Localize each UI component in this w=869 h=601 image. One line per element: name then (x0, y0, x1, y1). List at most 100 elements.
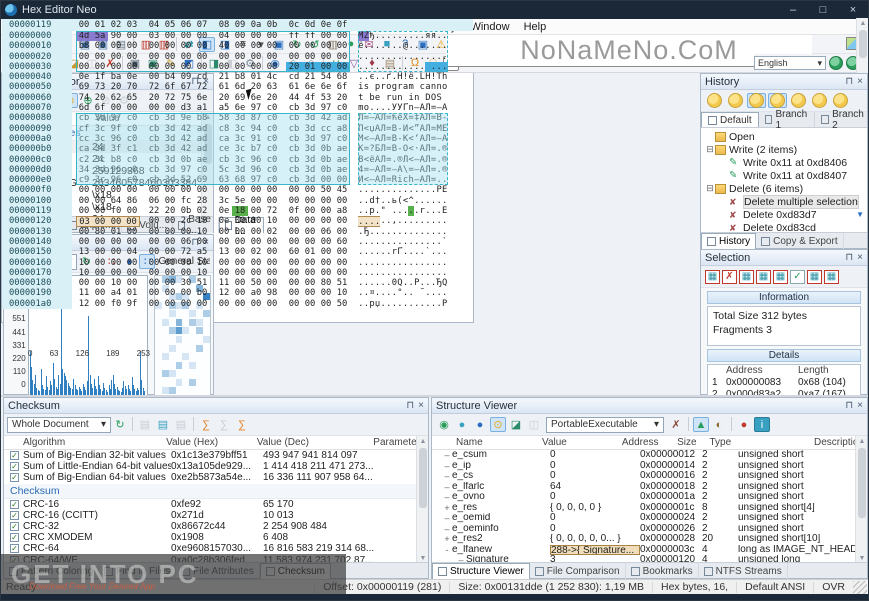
hex-byte[interactable]: 09 (178, 72, 194, 82)
tab-pattern-coloring[interactable]: Pattern Coloring (4, 563, 99, 579)
hex-byte[interactable]: 6e (232, 103, 248, 113)
hex-byte[interactable]: 00 (286, 288, 302, 298)
hex-byte[interactable]: 00 (264, 52, 280, 62)
hex-byte[interactable]: 00 (162, 268, 178, 278)
ascii-char[interactable]: . (442, 31, 448, 41)
hex-byte[interactable]: 06 (146, 196, 162, 206)
hex-byte[interactable]: ff (286, 31, 302, 41)
hex-byte[interactable]: 28 (194, 196, 210, 206)
hex-byte[interactable]: 00 (334, 41, 350, 51)
hex-byte[interactable]: 00 (146, 216, 162, 226)
hex-byte[interactable]: 0e (216, 206, 232, 216)
hex-row[interactable]: 0000003000000000000000000000000020010000… (2, 62, 473, 72)
tree-expander-icon[interactable]: - (442, 545, 452, 556)
hex-byte[interactable]: 00 (92, 206, 108, 216)
hex-byte[interactable]: 4f (302, 93, 318, 103)
hex-byte[interactable]: 00 (162, 278, 178, 288)
checkbox[interactable]: ✓ (10, 544, 19, 553)
hex-byte[interactable]: 00 (318, 247, 334, 257)
hex-row[interactable]: 00000090cf3c9fc0cb3d42adc83c94c0cb3dcca8… (2, 124, 473, 134)
hex-byte[interactable]: b8 (76, 41, 92, 51)
hex-byte[interactable]: 00 (124, 216, 140, 226)
hex-row[interactable]: 000000b0ca3d3fc1cb3d42adce3cb7c0cb3d0bae… (2, 144, 473, 154)
hex-byte[interactable]: 3d (162, 124, 178, 134)
hex-byte[interactable]: 00 (232, 247, 248, 257)
sv-view-icon[interactable]: ● (472, 417, 488, 432)
ascii-char[interactable]: . (442, 196, 448, 206)
hex-byte[interactable]: 10 (334, 288, 350, 298)
hex-byte[interactable]: 01 (124, 288, 140, 298)
hex-byte[interactable]: 00 (232, 216, 248, 226)
tab-history[interactable]: History (701, 233, 756, 249)
hex-byte[interactable]: 00 (146, 52, 162, 62)
ck-options-icon[interactable]: ▤ (173, 417, 189, 432)
hex-byte[interactable]: 3c (232, 134, 248, 144)
column-header[interactable] (708, 365, 726, 377)
column-header[interactable]: Size (674, 436, 706, 449)
hex-byte[interactable]: 00 (124, 31, 140, 41)
hex-byte[interactable]: 50 (318, 185, 334, 195)
structure-row[interactable]: +e_res{ 0, 0, 0, 0 }0x0000001c8unsigned … (432, 503, 867, 514)
hex-byte[interactable]: 00 (92, 41, 108, 51)
hex-byte[interactable]: 00 (302, 185, 318, 195)
column-header[interactable]: Type (706, 436, 810, 449)
hex-byte[interactable]: 3d (232, 165, 248, 175)
checksum-group[interactable]: Checksum (4, 484, 428, 499)
hex-byte[interactable]: 00 (318, 237, 334, 247)
hex-byte[interactable]: 58 (216, 113, 232, 123)
hex-byte[interactable]: 5c (216, 165, 232, 175)
hex-byte[interactable]: 44 (286, 93, 302, 103)
hex-byte[interactable]: 45 (334, 185, 350, 195)
hex-byte[interactable]: 00 (286, 216, 302, 226)
hex-byte[interactable]: ae (334, 144, 350, 154)
hex-byte[interactable]: cb (286, 155, 302, 165)
hex-row[interactable]: 000000e0c93c96c0cb3d5269636897c0cb3d0000… (2, 175, 473, 185)
hex-byte[interactable]: 96 (248, 155, 264, 165)
hex-byte[interactable]: 0b (318, 144, 334, 154)
column-header[interactable]: Length (798, 365, 860, 377)
hex-byte[interactable]: b8 (108, 155, 124, 165)
selection-export-icon[interactable]: ▦ (824, 270, 839, 284)
checkbox[interactable]: ✓ (10, 473, 19, 482)
hex-byte[interactable]: 61 (286, 82, 302, 92)
hex-byte[interactable]: c0 (124, 175, 140, 185)
history-item[interactable]: ⊟Delete (6 items) (701, 182, 867, 195)
hex-byte[interactable]: 00 (264, 196, 280, 206)
hex-byte[interactable]: 4c (264, 72, 280, 82)
hex-byte[interactable]: 00 (124, 206, 140, 216)
hex-byte[interactable]: 0e (124, 72, 140, 82)
hex-byte[interactable]: ff (302, 31, 318, 41)
hex-byte[interactable]: 00 (162, 247, 178, 257)
hex-byte[interactable]: 18 (232, 206, 248, 216)
hex-byte[interactable]: a5 (194, 247, 210, 257)
history-item[interactable]: Open (701, 130, 867, 143)
hex-byte[interactable]: 10 (194, 268, 210, 278)
selection-clear-icon[interactable]: ✗ (722, 270, 737, 284)
hex-byte[interactable]: c0 (264, 165, 280, 175)
hex-byte[interactable]: 00 (162, 237, 178, 247)
hex-byte[interactable]: ae (334, 165, 350, 175)
hex-byte[interactable]: 3d (162, 144, 178, 154)
hex-byte[interactable]: 51 (334, 278, 350, 288)
hex-byte[interactable]: 00 (216, 52, 232, 62)
hex-row[interactable]: 00000080cb3d97c0cb3d9eb8583d87c0cb3d42ad… (2, 113, 473, 123)
column-header[interactable]: Address (726, 365, 798, 377)
hex-byte[interactable]: f0 (108, 299, 124, 309)
hex-row[interactable]: 000000a0cc3c96c0cb3d42adca3c91c0cb3d97c0… (2, 134, 473, 144)
hex-byte[interactable]: 00 (108, 62, 124, 72)
hex-byte[interactable]: c9 (76, 175, 92, 185)
hex-byte[interactable]: 00 (92, 62, 108, 72)
hex-byte[interactable]: c0 (124, 134, 140, 144)
hex-byte[interactable]: 00 (146, 227, 162, 237)
hex-byte[interactable]: 3c (232, 124, 248, 134)
hex-byte[interactable]: 00 (232, 268, 248, 278)
hex-byte[interactable]: 68 (232, 175, 248, 185)
checkbox[interactable]: ✓ (10, 462, 19, 471)
hex-byte[interactable]: 00 (248, 227, 264, 237)
hex-byte[interactable]: 96 (108, 175, 124, 185)
history-item[interactable]: ✘Delete multiple selection (701, 195, 867, 208)
hex-byte[interactable]: 00 (108, 103, 124, 113)
hex-byte[interactable]: 00 (162, 52, 178, 62)
hex-byte[interactable]: 00 (248, 206, 264, 216)
hex-byte[interactable]: 3c (216, 196, 232, 206)
